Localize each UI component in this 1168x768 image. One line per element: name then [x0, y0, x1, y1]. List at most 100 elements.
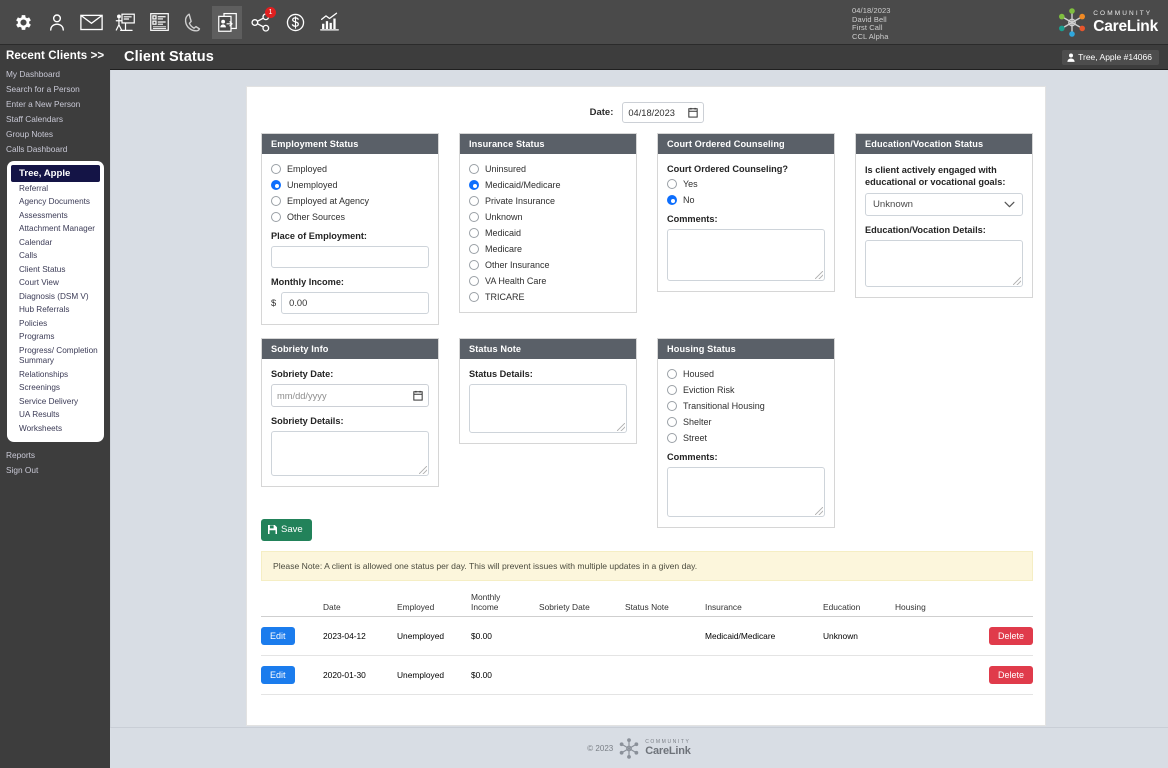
radio-medicaid[interactable]: Medicaid [469, 228, 627, 238]
phone-icon[interactable] [178, 6, 208, 39]
radio-private-insurance-input[interactable] [469, 196, 479, 206]
sidebar-item-court-view[interactable]: Court View [7, 277, 104, 291]
dollar-circle-icon[interactable] [280, 6, 310, 39]
sidebar-item-search-person[interactable]: Search for a Person [0, 82, 110, 97]
radio-transitional-housing-input[interactable] [667, 401, 677, 411]
housing-comments-textarea[interactable] [667, 467, 825, 517]
sidebar-item-group-notes[interactable]: Group Notes [0, 127, 110, 142]
sidebar-item-policies[interactable]: Policies [7, 317, 104, 331]
radio-employed[interactable]: Employed [271, 164, 429, 174]
radio-tricare-input[interactable] [469, 292, 479, 302]
radio-private-insurance[interactable]: Private Insurance [469, 196, 627, 206]
delete-button[interactable]: Delete [989, 627, 1033, 645]
presentation-icon[interactable] [110, 6, 140, 39]
radio-shelter[interactable]: Shelter [667, 417, 825, 427]
radio-unemployed-input[interactable] [271, 180, 281, 190]
radio-uninsured-input[interactable] [469, 164, 479, 174]
sidebar-item-calls[interactable]: Calls [7, 250, 104, 264]
sidebar-item-programs[interactable]: Programs [7, 331, 104, 345]
client-chip[interactable]: Tree, Apple #14066 [1062, 50, 1159, 65]
radio-shelter-input[interactable] [667, 417, 677, 427]
radio-va-health-care[interactable]: VA Health Care [469, 276, 627, 286]
radio-court-no-input[interactable] [667, 195, 677, 205]
sidebar-item-agency-documents[interactable]: Agency Documents [7, 196, 104, 210]
sidebar-item-calendar[interactable]: Calendar [7, 236, 104, 250]
place-of-employment-input[interactable] [271, 246, 429, 268]
radio-court-yes[interactable]: Yes [667, 179, 825, 189]
bar-chart-icon[interactable] [314, 6, 344, 39]
radio-court-no[interactable]: No [667, 195, 825, 205]
radio-unknown-insurance-input[interactable] [469, 212, 479, 222]
radio-court-yes-input[interactable] [667, 179, 677, 189]
sidebar-item-my-dashboard[interactable]: My Dashboard [0, 67, 110, 82]
radio-medicare-input[interactable] [469, 244, 479, 254]
sidebar-item-assessments[interactable]: Assessments [7, 209, 104, 223]
date-input[interactable]: 04/18/2023 [622, 102, 704, 123]
sidebar-item-screenings[interactable]: Screenings [7, 382, 104, 396]
radio-transitional-housing-label: Transitional Housing [683, 401, 765, 411]
sidebar-item-hub-referrals[interactable]: Hub Referrals [7, 304, 104, 318]
sidebar-item-staff-calendars[interactable]: Staff Calendars [0, 112, 110, 127]
save-button[interactable]: Save [261, 519, 312, 541]
envelope-icon[interactable] [76, 6, 106, 39]
edit-button[interactable]: Edit [261, 666, 295, 684]
radio-employed-input[interactable] [271, 164, 281, 174]
person-transfer-icon[interactable] [212, 6, 242, 39]
sidebar-item-client-status[interactable]: Client Status [7, 263, 104, 277]
radio-other-sources[interactable]: Other Sources [271, 212, 429, 222]
radio-housed[interactable]: Housed [667, 369, 825, 379]
sidebar-item-sign-out[interactable]: Sign Out [0, 463, 110, 478]
radio-tricare[interactable]: TRICARE [469, 292, 627, 302]
sidebar-active-client[interactable]: Tree, Apple [11, 165, 100, 182]
radio-street[interactable]: Street [667, 433, 825, 443]
radio-unknown-insurance[interactable]: Unknown [469, 212, 627, 222]
radio-va-health-care-input[interactable] [469, 276, 479, 286]
radio-employed-at-agency[interactable]: Employed at Agency [271, 196, 429, 206]
radio-eviction-risk[interactable]: Eviction Risk [667, 385, 825, 395]
court-ordered-counseling-title: Court Ordered Counseling [658, 134, 834, 154]
form-list-icon[interactable] [144, 6, 174, 39]
sidebar-item-calls-dashboard[interactable]: Calls Dashboard [0, 142, 110, 157]
radio-medicaid-medicare-input[interactable] [469, 180, 479, 190]
radio-transitional-housing[interactable]: Transitional Housing [667, 401, 825, 411]
sidebar-item-reports[interactable]: Reports [0, 448, 110, 463]
court-comments-textarea[interactable] [667, 229, 825, 281]
sidebar-item-worksheets[interactable]: Worksheets [7, 422, 104, 436]
sidebar-item-relationships[interactable]: Relationships [7, 368, 104, 382]
radio-employed-label: Employed [287, 164, 327, 174]
share-nodes-icon[interactable]: 1 [246, 6, 276, 39]
radio-medicaid-input[interactable] [469, 228, 479, 238]
sidebar-item-service-delivery[interactable]: Service Delivery [7, 395, 104, 409]
edit-button[interactable]: Edit [261, 627, 295, 645]
footer-brand-line2: CareLink [645, 746, 690, 757]
recent-clients-header[interactable]: Recent Clients >> [0, 45, 110, 67]
gear-icon[interactable] [8, 6, 38, 39]
sidebar-item-diagnosis[interactable]: Diagnosis (DSM V) [7, 290, 104, 304]
person-icon[interactable] [42, 6, 72, 39]
sobriety-date-input[interactable]: mm/dd/yyyy [271, 384, 429, 407]
col-sobriety-date: Sobriety Date [539, 592, 625, 612]
radio-medicaid-medicare[interactable]: Medicaid/Medicare [469, 180, 627, 190]
radio-uninsured[interactable]: Uninsured [469, 164, 627, 174]
radio-medicare[interactable]: Medicare [469, 244, 627, 254]
radio-other-insurance-input[interactable] [469, 260, 479, 270]
delete-button[interactable]: Delete [989, 666, 1033, 684]
sobriety-details-textarea[interactable] [271, 431, 429, 476]
sidebar-item-progress-summary[interactable]: Progress/ Completion Summary [7, 344, 104, 368]
status-details-textarea[interactable] [469, 384, 627, 433]
radio-other-sources-input[interactable] [271, 212, 281, 222]
radio-housed-input[interactable] [667, 369, 677, 379]
radio-other-insurance[interactable]: Other Insurance [469, 260, 627, 270]
radio-street-input[interactable] [667, 433, 677, 443]
radio-unemployed[interactable]: Unemployed [271, 180, 429, 190]
education-details-textarea[interactable] [865, 240, 1023, 287]
monthly-income-input[interactable]: 0.00 [281, 292, 429, 314]
sidebar-item-attachment-manager[interactable]: Attachment Manager [7, 223, 104, 237]
col-monthly-income: MonthlyIncome [471, 592, 539, 612]
sidebar-item-enter-new-person[interactable]: Enter a New Person [0, 97, 110, 112]
radio-employed-at-agency-input[interactable] [271, 196, 281, 206]
radio-eviction-risk-input[interactable] [667, 385, 677, 395]
sidebar-item-ua-results[interactable]: UA Results [7, 409, 104, 423]
education-engagement-select[interactable]: Unknown [865, 193, 1023, 216]
sidebar-item-referral[interactable]: Referral [7, 182, 104, 196]
